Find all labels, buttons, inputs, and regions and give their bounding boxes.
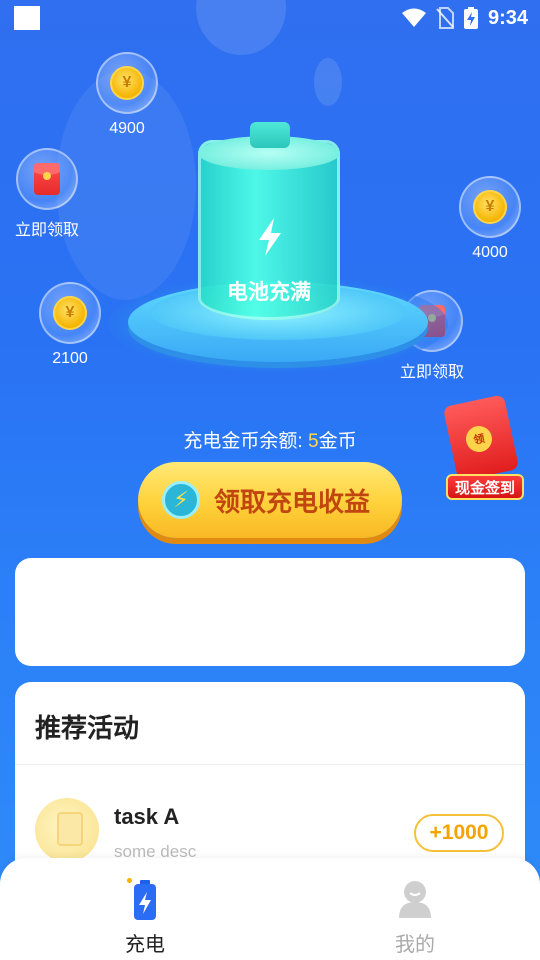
coin-icon: ¥ [53, 296, 87, 330]
lightning-icon [247, 214, 293, 260]
no-sim-icon [436, 7, 454, 29]
coin-amount: 4000 [472, 244, 508, 261]
document-icon [57, 812, 83, 846]
balance-amount: 5 [307, 431, 319, 452]
status-time: 9:34 [487, 6, 528, 29]
bubble: ¥ [96, 52, 158, 114]
coin-icon: ¥ [110, 66, 144, 100]
lightning-icon: ⚡ [162, 481, 200, 519]
coin-icon: ¥ [473, 190, 507, 224]
red-packet-icon [34, 163, 60, 195]
nav-item-mine[interactable]: 我的 [355, 878, 475, 957]
notification-icon [14, 6, 40, 30]
task-reward-button[interactable]: +1000 [414, 814, 504, 852]
status-right: 9:34 [401, 6, 528, 30]
nav-label-mine: 我的 [395, 934, 435, 956]
claim-button-label: 领取充电收益 [214, 486, 371, 517]
red-packet-label: 立即领取 [399, 364, 464, 381]
coin-amount: 4900 [109, 120, 145, 137]
cash-signin-label: 现金签到 [446, 474, 524, 500]
red-packet-label: 立即领取 [14, 222, 79, 239]
wifi-icon [401, 8, 426, 27]
battery-icon [125, 878, 165, 922]
nav-label-charge: 充电 [125, 934, 165, 956]
indicator-dot [127, 878, 132, 883]
bottom-nav: 充电 我的 [0, 858, 540, 960]
nav-item-charge[interactable]: 充电 [85, 878, 205, 957]
cash-signin-button[interactable]: 领 现金签到 [442, 394, 524, 500]
claim-charge-earnings-button[interactable]: ⚡ 领取充电收益 [138, 462, 402, 538]
bubble: ¥ [459, 176, 521, 238]
battery-status-text: 电池充满 [227, 281, 311, 304]
bubble [16, 148, 78, 210]
coin-bubble[interactable]: ¥ 4900 [96, 52, 158, 138]
battery-cap [250, 122, 290, 148]
decorative-blob [314, 58, 342, 106]
balance-prefix: 充电金币余额: [183, 431, 308, 452]
activities-title: 推荐活动 [35, 713, 140, 743]
coin-bubble[interactable]: ¥ 2100 [39, 282, 101, 368]
red-packet-bubble[interactable]: 立即领取 [14, 148, 80, 240]
user-icon [395, 878, 435, 922]
task-icon [35, 798, 99, 862]
task-name: task A [114, 804, 180, 829]
task-row[interactable]: task A some desc +1000 [15, 782, 525, 862]
battery-charging-icon [463, 7, 478, 29]
divider [15, 764, 525, 765]
balance-unit: 金币 [318, 431, 357, 452]
coin-bubble[interactable]: ¥ 4000 [459, 176, 521, 262]
coin-amount: 2100 [52, 350, 88, 367]
blank-card [15, 558, 525, 666]
bubble: ¥ [39, 282, 101, 344]
status-bar: 9:34 [0, 0, 540, 36]
